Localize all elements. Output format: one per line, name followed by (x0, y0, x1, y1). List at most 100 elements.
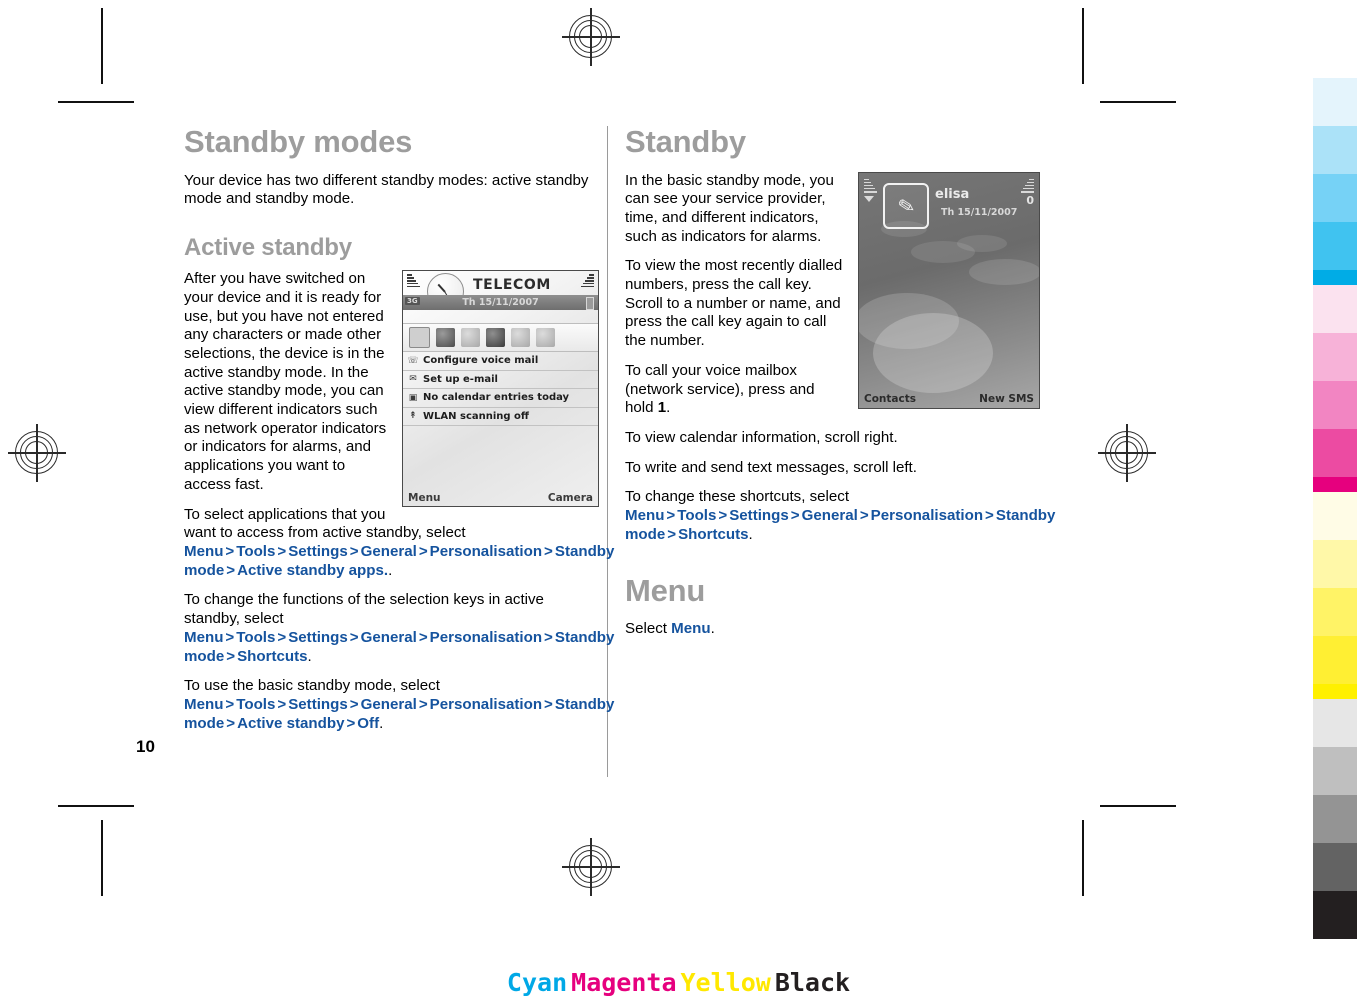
paragraph-use-basic-standby: To use the basic standby mode, select Me… (184, 677, 614, 733)
key-label-one: 1 (657, 399, 667, 417)
menu-separator: > (418, 628, 428, 646)
menu-item-tools: Tools (236, 695, 276, 713)
menu-item-personalisation: Personalisation (429, 542, 543, 560)
menu-item-general: General (360, 695, 417, 713)
menu-item-personalisation: Personalisation (429, 628, 543, 646)
menu-separator: > (790, 507, 800, 525)
softkey-right[interactable]: New SMS (979, 393, 1034, 405)
section-heading-standby-modes: Standby modes (184, 124, 413, 159)
list-item-label: WLAN scanning off (423, 410, 530, 422)
network-badge: 3G (405, 296, 420, 305)
phone-screen-active-standby: TELECOM Th 15/11/2007 3G ☏ Configure voi… (402, 270, 599, 508)
menu-separator: > (544, 695, 553, 713)
swatch-strip-yellow (1313, 492, 1357, 732)
paragraph-text-messages: To write and send text messages, scroll … (625, 458, 917, 476)
menu-separator: > (226, 647, 236, 665)
list-item[interactable]: ✉ Set up e-mail (403, 371, 598, 390)
menu-item-shortcuts: Shortcuts (237, 647, 308, 665)
swatch-magenta-50 (1313, 381, 1357, 429)
swatch-yellow-10 (1313, 492, 1357, 540)
battery-level-icon: 0 (1020, 178, 1034, 207)
right-column: Standby 0 ✎ elisa Th 15/11/2007 Contacts… (625, 124, 1055, 639)
shortcut-contacts-icon[interactable] (461, 328, 480, 348)
menu-item-shortcuts: Shortcuts (678, 525, 749, 543)
menu-item-general: General (360, 628, 417, 646)
label-magenta: Magenta (571, 968, 677, 997)
list-item[interactable]: ↟ WLAN scanning off (403, 408, 598, 427)
wlan-icon: ↟ (409, 411, 417, 422)
list-item-label: No calendar entries today (423, 392, 570, 404)
battery-level-icon (581, 274, 594, 289)
signal-strength-icon (864, 178, 878, 202)
paragraph-select-applications: To select applications that you want to … (184, 505, 614, 581)
application-shortcut-row[interactable] (403, 323, 598, 353)
page-number: 10 (136, 737, 155, 756)
list-item[interactable]: ☏ Configure voice mail (403, 352, 598, 371)
shortcut-music-icon[interactable] (536, 328, 555, 348)
menu-separator: > (225, 542, 235, 560)
figure-active-standby-screenshot: TELECOM Th 15/11/2007 3G ☏ Configure voi… (402, 270, 599, 508)
softkey-left[interactable]: Contacts (864, 393, 916, 405)
menu-separator: > (226, 714, 236, 732)
menu-item-menu: Menu (184, 628, 224, 646)
softkey-left[interactable]: Menu (408, 492, 441, 504)
label-black: Black (774, 968, 851, 997)
swatch-yellow-50 (1313, 588, 1357, 636)
softkey-bar: Menu Camera (403, 490, 598, 506)
active-standby-list[interactable]: ☏ Configure voice mail ✉ Set up e-mail ▣… (403, 352, 598, 427)
status-bar: TELECOM Th 15/11/2007 3G (403, 271, 598, 315)
menu-item-general: General (801, 507, 858, 525)
section-heading-standby: Standby (625, 124, 746, 159)
shortcut-notes-icon[interactable] (511, 328, 530, 348)
text-prefix: Select (625, 620, 672, 638)
section-heading-menu: Menu (625, 572, 706, 608)
swatch-cyan-30 (1313, 126, 1357, 174)
shortcut-browser-icon[interactable] (436, 328, 455, 348)
menu-item-settings: Settings (288, 542, 348, 560)
figure-basic-standby-screenshot: 0 ✎ elisa Th 15/11/2007 Contacts New SMS (858, 171, 1040, 409)
column-divider (607, 126, 609, 777)
calendar-icon: ▣ (408, 392, 418, 403)
list-item[interactable]: ▣ No calendar entries today (403, 389, 598, 408)
softkey-right[interactable]: Camera (548, 492, 593, 504)
menu-separator: > (277, 695, 287, 713)
menu-separator: > (346, 714, 356, 732)
menu-separator: > (544, 628, 553, 646)
date-text: Th 15/11/2007 (941, 206, 1018, 218)
left-column: Standby modes Your device has two differ… (184, 124, 614, 733)
shortcut-messaging-icon[interactable] (409, 327, 430, 349)
text-suffix: . (379, 714, 384, 732)
swatch-cyan-70 (1313, 222, 1357, 270)
swatch-black-100 (1313, 891, 1357, 939)
menu-separator: > (544, 542, 553, 560)
swatch-strip-cyan (1313, 78, 1357, 318)
menu-separator: > (226, 561, 236, 579)
menu-separator: > (666, 507, 676, 525)
signal-arrow-icon (864, 195, 874, 202)
swatch-magenta-70 (1313, 429, 1357, 477)
shortcut-calendar-icon[interactable] (486, 328, 505, 348)
voicemail-icon: ☏ (407, 355, 419, 366)
operator-name: elisa (935, 186, 970, 202)
battery-indicator-value: 0 (1026, 193, 1034, 207)
new-message-focus-icon[interactable]: ✎ (883, 182, 929, 229)
menu-separator: > (225, 695, 235, 713)
text-prefix: To select applications that you want to … (184, 505, 466, 542)
menu-item-menu: Menu (184, 695, 224, 713)
paragraph-intro: Your device has two different standby mo… (184, 171, 589, 208)
menu-item-settings: Settings (288, 628, 348, 646)
menu-separator: > (859, 507, 869, 525)
signal-strength-icon (407, 274, 420, 289)
swatch-cyan-50 (1313, 174, 1357, 222)
menu-item-settings: Settings (288, 695, 348, 713)
paragraph-change-shortcuts: To change these shortcuts, select Menu > T… (625, 488, 1055, 544)
swatch-magenta-30 (1313, 333, 1357, 381)
menu-separator: > (225, 628, 235, 646)
menu-item-tools: Tools (677, 507, 717, 525)
wallpaper-blob (969, 258, 1039, 285)
swatch-magenta-10 (1313, 285, 1357, 333)
date-bar: Th 15/11/2007 (403, 295, 598, 311)
phone-screen-basic-standby: 0 ✎ elisa Th 15/11/2007 Contacts New SMS (858, 171, 1040, 409)
email-icon: ✉ (409, 374, 417, 385)
menu-separator: > (277, 628, 287, 646)
